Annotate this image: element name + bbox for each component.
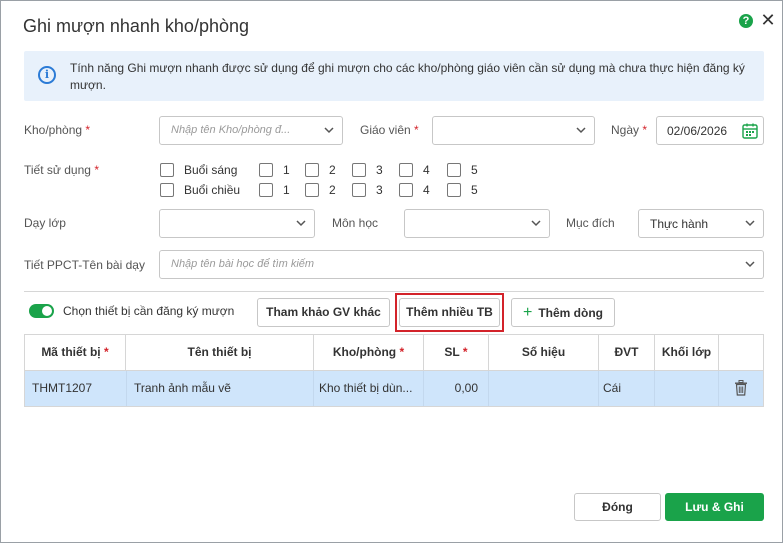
morning-period-1-label: 1: [283, 163, 290, 177]
morning-label: Buổi sáng: [184, 163, 238, 177]
calendar-icon[interactable]: [741, 122, 759, 140]
select-devices-label: Chọn thiết bị cần đăng ký mượn: [63, 304, 235, 318]
room-placeholder: Nhập tên Kho/phòng đ...: [171, 124, 291, 136]
cell-grade[interactable]: [655, 371, 719, 406]
morning-period-4-checkbox[interactable]: [399, 163, 413, 177]
subject-label: Môn học: [332, 216, 379, 230]
col-header-name: Tên thiết bị: [126, 335, 314, 370]
toggle-knob: [42, 306, 52, 316]
cell-room[interactable]: Kho thiết bị dùn...: [314, 371, 424, 406]
table-header: Mã thiết bị * Tên thiết bị Kho/phòng * S…: [24, 334, 764, 371]
morning-period-5-label: 5: [471, 163, 478, 177]
col-header-unit: ĐVT: [599, 335, 655, 370]
lesson-search-input[interactable]: Nhập tên bài học để tìm kiếm: [159, 250, 764, 279]
subject-select[interactable]: [404, 209, 550, 238]
quick-borrow-dialog: Ghi mượn nhanh kho/phòng ? ✕ i Tính năng…: [0, 0, 783, 543]
teacher-label: Giáo viên *: [360, 123, 419, 137]
close-icon[interactable]: ✕: [759, 10, 777, 30]
reference-teacher-button[interactable]: Tham khảo GV khác: [257, 298, 390, 327]
morning-period-2-checkbox[interactable]: [305, 163, 319, 177]
add-row-label: Thêm dòng: [538, 306, 603, 320]
cell-serial[interactable]: [489, 371, 599, 406]
chevron-down-icon: [324, 125, 334, 135]
col-header-actions: [719, 335, 763, 370]
col-header-grade: Khối lớp: [655, 335, 719, 370]
chevron-down-icon: [745, 218, 755, 228]
plus-icon: +: [522, 304, 533, 321]
afternoon-period-5-label: 5: [471, 183, 478, 197]
date-label: Ngày *: [611, 123, 648, 137]
info-banner: i Tính năng Ghi mượn nhanh được sử dụng …: [24, 51, 764, 101]
dialog-title: Ghi mượn nhanh kho/phòng: [23, 16, 250, 36]
section-divider: [24, 291, 764, 292]
afternoon-label: Buổi chiều: [184, 183, 241, 197]
info-icon: i: [38, 66, 56, 84]
purpose-label: Mục đích: [566, 216, 615, 230]
table-row[interactable]: THMT1207 Tranh ảnh mẫu vẽ Kho thiết bị d…: [24, 371, 764, 407]
add-row-button[interactable]: + Thêm dòng: [511, 298, 615, 327]
afternoon-period-4-checkbox[interactable]: [399, 183, 413, 197]
morning-period-3-checkbox[interactable]: [352, 163, 366, 177]
chevron-down-icon: [576, 125, 586, 135]
lesson-label: Tiết PPCT-Tên bài dạy: [24, 258, 145, 272]
afternoon-period-3-label: 3: [376, 183, 383, 197]
help-icon[interactable]: ?: [739, 14, 753, 28]
afternoon-period-3-checkbox[interactable]: [352, 183, 366, 197]
trash-icon[interactable]: [734, 380, 748, 396]
purpose-value: Thực hành: [650, 217, 709, 231]
afternoon-period-2-checkbox[interactable]: [305, 183, 319, 197]
class-select[interactable]: [159, 209, 315, 238]
afternoon-period-1-label: 1: [283, 183, 290, 197]
date-value: 02/06/2026: [667, 124, 728, 138]
period-label: Tiết sử dụng *: [24, 163, 99, 177]
cell-unit[interactable]: Cái: [599, 371, 655, 406]
class-label: Dạy lớp: [24, 216, 66, 230]
lesson-placeholder: Nhập tên bài học để tìm kiếm: [171, 258, 315, 270]
afternoon-period-2-label: 2: [329, 183, 336, 197]
afternoon-period-5-checkbox[interactable]: [447, 183, 461, 197]
morning-period-5-checkbox[interactable]: [447, 163, 461, 177]
cell-name[interactable]: Tranh ảnh mẫu vẽ: [126, 371, 314, 406]
morning-period-4-label: 4: [423, 163, 430, 177]
afternoon-checkbox[interactable]: [160, 183, 174, 197]
close-button[interactable]: Đóng: [574, 493, 661, 521]
afternoon-period-4-label: 4: [423, 183, 430, 197]
chevron-down-icon: [745, 259, 755, 269]
col-header-room: Kho/phòng *: [314, 335, 424, 370]
col-header-serial: Số hiệu: [489, 335, 599, 370]
highlight-box: [395, 293, 504, 332]
col-header-qty: SL *: [424, 335, 489, 370]
col-header-code: Mã thiết bị *: [25, 335, 126, 370]
date-input[interactable]: 02/06/2026: [656, 116, 764, 145]
select-devices-toggle[interactable]: [29, 304, 54, 318]
chevron-down-icon: [531, 218, 541, 228]
morning-period-2-label: 2: [329, 163, 336, 177]
info-text: Tính năng Ghi mượn nhanh được sử dụng để…: [70, 61, 745, 92]
room-label: Kho/phòng *: [24, 123, 91, 137]
chevron-down-icon: [296, 218, 306, 228]
morning-period-3-label: 3: [376, 163, 383, 177]
cell-code[interactable]: THMT1207: [32, 371, 126, 406]
morning-checkbox[interactable]: [160, 163, 174, 177]
purpose-select[interactable]: Thực hành: [638, 209, 764, 238]
morning-period-1-checkbox[interactable]: [259, 163, 273, 177]
cell-qty[interactable]: 0,00: [424, 371, 489, 406]
afternoon-period-1-checkbox[interactable]: [259, 183, 273, 197]
save-borrow-button[interactable]: Lưu & Ghi mượn: [665, 493, 764, 540]
teacher-select[interactable]: [432, 116, 595, 145]
room-select[interactable]: Nhập tên Kho/phòng đ...: [159, 116, 343, 145]
